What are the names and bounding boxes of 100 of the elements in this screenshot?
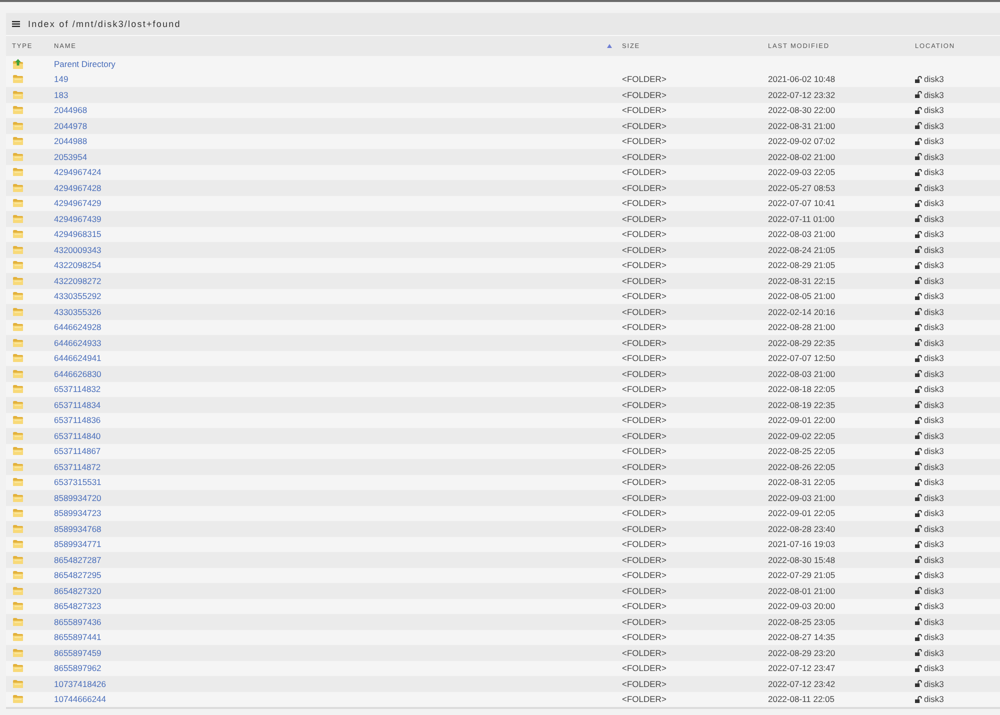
folder-link[interactable]: 8589934720 [54, 492, 102, 503]
folder-icon [13, 400, 23, 409]
folder-link[interactable]: 4294967439 [54, 214, 102, 224]
folder-size: <FOLDER> [622, 648, 666, 658]
modified-date: 2022-08-29 21:05 [768, 260, 836, 270]
folder-link[interactable]: 2044988 [54, 136, 88, 146]
location-name: disk3 [924, 648, 944, 658]
folder-icon [13, 214, 23, 223]
folder-link[interactable]: 8589934723 [54, 508, 102, 518]
folder-size: <FOLDER> [622, 229, 666, 240]
folder-icon [13, 122, 23, 130]
folder-link[interactable]: 8655897441 [54, 632, 102, 642]
folder-link[interactable]: 6537114834 [54, 400, 101, 410]
folder-link[interactable]: 149 [54, 74, 68, 84]
modified-date: 2022-08-31 22:15 [768, 276, 836, 286]
folder-link[interactable]: 6446624928 [54, 322, 102, 332]
folder-link[interactable]: 6537114867 [54, 446, 101, 456]
folder-icon [13, 602, 23, 610]
folder-link[interactable]: 6446626830 [54, 368, 102, 379]
folder-size: <FOLDER> [622, 539, 666, 550]
menu-icon [12, 21, 20, 27]
folder-icon [13, 292, 23, 300]
modified-date: 2022-07-11 01:00 [768, 214, 834, 224]
folder-icon [13, 432, 23, 440]
location-name: disk3 [924, 554, 944, 565]
folder-link[interactable]: 6537114872 [54, 462, 101, 472]
folder-link[interactable]: 8589934768 [54, 524, 102, 534]
folder-size: <FOLDER> [622, 368, 666, 379]
folder-icon [13, 509, 23, 518]
modified-date: 2022-07-12 23:42 [768, 678, 836, 689]
folder-size: <FOLDER> [622, 105, 666, 116]
folder-link[interactable]: 2044978 [54, 120, 88, 131]
folder-link[interactable]: 8654827295 [54, 570, 102, 580]
location-name: disk3 [924, 586, 944, 596]
folder-link[interactable]: 2053954 [54, 152, 88, 162]
folder-link[interactable]: 4294967429 [54, 198, 102, 208]
location-name: disk3 [924, 90, 944, 100]
folder-icon [13, 323, 23, 332]
folder-link[interactable]: 183 [54, 90, 68, 100]
folder-link[interactable]: 6537114836 [54, 415, 101, 426]
folder-size: <FOLDER> [622, 632, 666, 642]
folder-size: <FOLDER> [622, 338, 666, 348]
folder-link[interactable]: 10744666244 [54, 694, 106, 704]
folder-link[interactable]: 8655897962 [54, 663, 102, 674]
folder-size: <FOLDER> [622, 276, 666, 286]
parent-directory-link[interactable]: Parent Directory [54, 58, 116, 69]
folder-link[interactable]: 4294967428 [54, 182, 102, 193]
folder-link[interactable]: 8589934771 [54, 539, 102, 550]
folder-size: <FOLDER> [622, 136, 666, 146]
folder-link[interactable]: 10737418426 [54, 678, 106, 689]
location-name: disk3 [924, 663, 944, 674]
modified-date: 2022-08-27 14:35 [768, 632, 836, 642]
folder-link[interactable]: 6537315531 [54, 477, 102, 488]
folder-icon [13, 478, 23, 486]
folder-size: <FOLDER> [622, 415, 666, 426]
modified-date: 2022-08-28 23:40 [768, 524, 836, 534]
folder-icon [13, 571, 23, 580]
folder-link[interactable]: 4320009343 [54, 244, 102, 255]
folder-size: <FOLDER> [622, 167, 666, 178]
modified-date: 2022-08-19 22:35 [768, 400, 836, 410]
folder-link[interactable]: 8655897436 [54, 616, 102, 627]
folder-link[interactable]: 4294967424 [54, 167, 102, 178]
modified-date: 2022-09-02 07:02 [768, 136, 836, 146]
folder-link[interactable]: 4322098272 [54, 276, 102, 286]
folder-link[interactable]: 4322098254 [54, 260, 102, 270]
location-name: disk3 [924, 353, 944, 364]
folder-link[interactable]: 6537114832 [54, 384, 101, 394]
folder-icon [13, 246, 23, 254]
folder-link[interactable]: 4330355292 [54, 291, 102, 302]
folder-icon [13, 90, 23, 99]
modified-date: 2022-08-02 21:00 [768, 152, 836, 162]
folder-link[interactable]: 2044968 [54, 105, 88, 116]
folder-size: <FOLDER> [622, 322, 666, 332]
folder-link[interactable]: 8654827323 [54, 601, 102, 612]
folder-icon [13, 261, 23, 270]
location-name: disk3 [924, 214, 944, 224]
location-name: disk3 [924, 400, 944, 410]
modified-date: 2022-08-05 21:00 [768, 291, 836, 302]
modified-date: 2022-09-01 22:05 [768, 508, 836, 518]
location-name: disk3 [924, 446, 944, 456]
folder-up-arrow-icon [13, 58, 23, 69]
folder-link[interactable]: 4330355326 [54, 306, 102, 317]
location-name: disk3 [924, 415, 944, 426]
folder-link[interactable]: 6446624941 [54, 353, 102, 364]
location-name: disk3 [924, 322, 944, 332]
folder-link[interactable]: 8655897459 [54, 648, 102, 658]
location-name: disk3 [924, 508, 944, 518]
folder-link[interactable]: 4294968315 [54, 229, 102, 240]
folder-link[interactable]: 6537114840 [54, 430, 101, 441]
location-name: disk3 [924, 570, 944, 580]
folder-icon [13, 308, 23, 316]
location-name: disk3 [924, 524, 944, 534]
folder-size: <FOLDER> [622, 554, 666, 565]
folder-size: <FOLDER> [622, 214, 666, 224]
folder-link[interactable]: 6446624933 [54, 338, 102, 348]
folder-link[interactable]: 8654827320 [54, 586, 102, 596]
folder-icon [13, 586, 23, 595]
location-name: disk3 [924, 152, 944, 162]
folder-link[interactable]: 8654827287 [54, 554, 102, 565]
modified-date: 2022-02-14 20:16 [768, 306, 836, 317]
